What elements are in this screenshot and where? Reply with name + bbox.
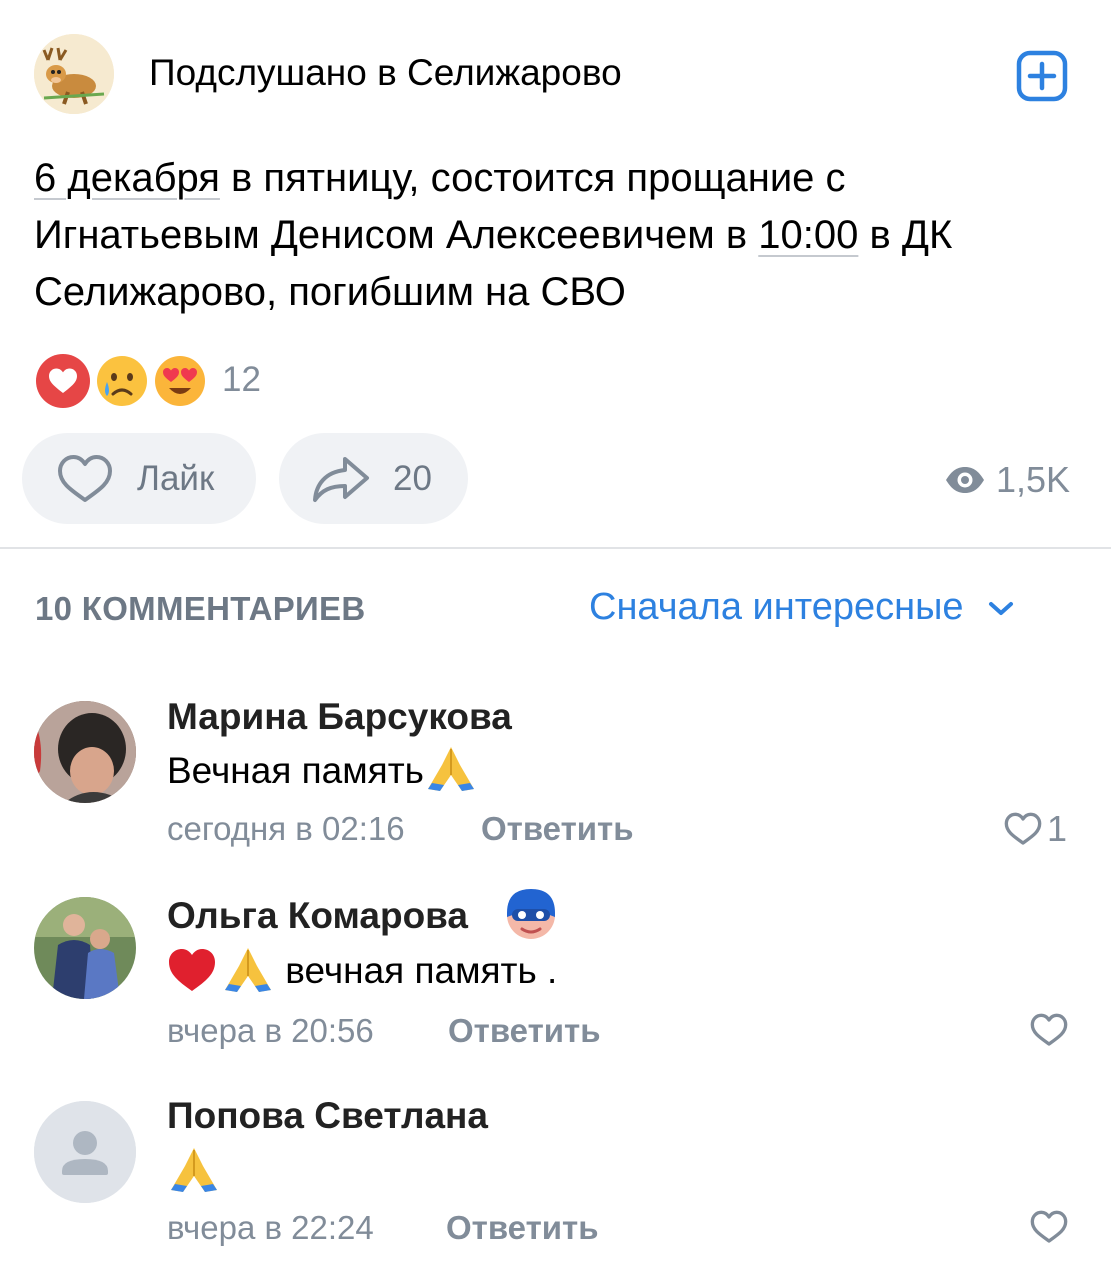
group-avatar[interactable] [34, 34, 114, 114]
comment-author[interactable]: Ольга Комарова [167, 895, 468, 937]
comment-author[interactable]: Марина Барсукова [167, 696, 512, 738]
comment-time: вчера в 20:56 [167, 1012, 374, 1049]
share-count: 20 [393, 458, 432, 498]
plus-square-icon [1016, 50, 1068, 102]
sort-label: Сначала интересные [589, 586, 964, 628]
heart-reaction-icon [34, 352, 92, 410]
group-name[interactable]: Подслушано в Селижарово [149, 52, 622, 94]
comment-time: вчера в 22:24 [167, 1209, 374, 1246]
heart-outline-icon [1030, 1013, 1068, 1046]
comment-avatar[interactable] [34, 1101, 136, 1203]
praying-hands-icon [171, 1148, 217, 1192]
user-placeholder-icon [34, 1101, 136, 1203]
comment-text-value: вечная память . [275, 950, 558, 991]
views-counter: 1,5K [944, 458, 1070, 502]
divider [0, 547, 1111, 549]
user-photo-icon [34, 701, 136, 803]
comments-sort-select[interactable]: Сначала интересные [589, 586, 1016, 629]
comment-avatar[interactable] [34, 701, 136, 803]
comment-like-button[interactable]: 1 [1003, 808, 1067, 850]
superhero-sticker-icon [507, 889, 555, 939]
reply-button[interactable]: Ответить [448, 1012, 601, 1050]
like-button[interactable]: Лайк [22, 433, 256, 524]
comment-text-value: Вечная память [167, 750, 424, 791]
reply-button[interactable]: Ответить [481, 810, 634, 848]
date-link[interactable]: 6 декабря [34, 156, 220, 200]
user-photo-icon [34, 897, 136, 999]
heart-outline-icon [1004, 812, 1042, 845]
comment-text [167, 1146, 221, 1194]
like-label: Лайк [137, 458, 215, 498]
comment-text: Вечная память [167, 747, 478, 793]
comment-time: сегодня в 02:16 [167, 810, 405, 847]
reaction-count: 12 [222, 360, 261, 399]
heart-eyes-reaction-icon [151, 352, 209, 410]
add-post-button[interactable] [1016, 50, 1068, 102]
share-arrow-icon [313, 456, 369, 502]
share-button[interactable]: 20 [279, 433, 468, 524]
chevron-down-icon [988, 601, 1013, 615]
praying-hands-icon [427, 747, 474, 792]
crying-face-reaction-icon [93, 352, 151, 410]
time-link[interactable]: 10:00 [758, 213, 858, 257]
red-heart-icon [169, 949, 215, 992]
comment-like-button[interactable] [1029, 1209, 1069, 1245]
comment-author[interactable]: Попова Светлана [167, 1095, 488, 1137]
moose-logo-icon [34, 34, 114, 114]
views-count: 1,5K [996, 459, 1071, 500]
comment-like-button[interactable] [1029, 1012, 1069, 1048]
comment-text: вечная память . [167, 948, 558, 994]
eye-icon [946, 467, 984, 493]
comment-like-count: 1 [1047, 808, 1068, 849]
heart-outline-icon [1030, 1210, 1068, 1243]
heart-outline-icon [58, 454, 112, 502]
reply-button[interactable]: Ответить [446, 1209, 599, 1247]
comments-count-heading: 10 КОММЕНТАРИЕВ [35, 590, 366, 627]
reactions-summary[interactable] [34, 352, 214, 412]
post-text: 6 декабря в пятницу, состоится прощание … [34, 150, 1079, 321]
comment-avatar[interactable] [34, 897, 136, 999]
praying-hands-icon [225, 948, 271, 993]
